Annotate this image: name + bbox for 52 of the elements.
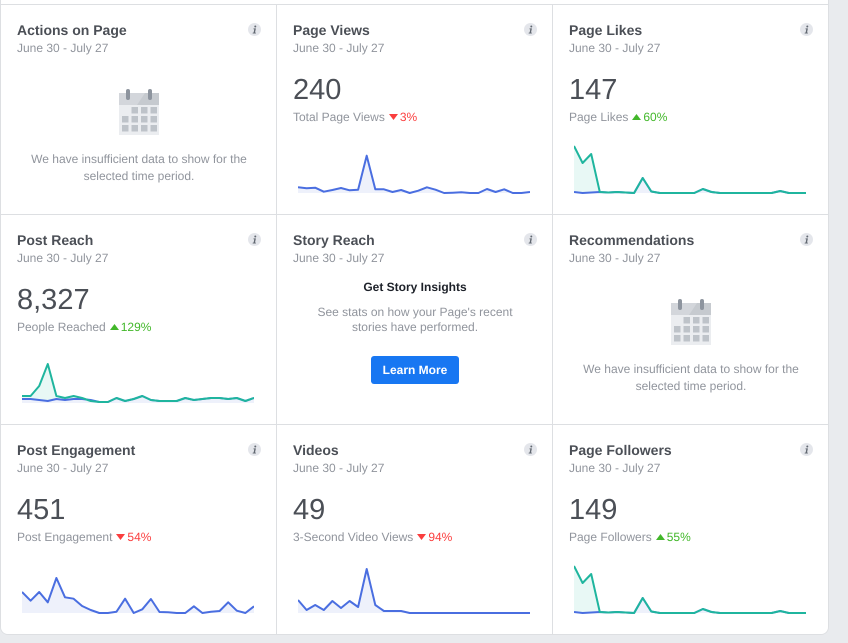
info-icon[interactable]	[524, 443, 537, 456]
card-title: Recommendations	[569, 231, 694, 249]
metric-label: People Reached	[17, 319, 106, 335]
info-icon[interactable]	[800, 233, 813, 246]
card-title: Post Reach	[17, 231, 94, 249]
info-icon[interactable]	[524, 23, 537, 36]
info-icon[interactable]	[248, 233, 261, 246]
date-range: June 30 - July 27	[569, 40, 660, 56]
learn-more-button[interactable]: Learn More	[370, 356, 460, 384]
empty-state-message: We have insufficient data to show for the selected time period.	[582, 361, 800, 395]
empty-state-message: We have insufficient data to show for the selected time period.	[30, 151, 248, 185]
info-icon[interactable]	[524, 233, 537, 246]
card-title: Page Likes	[569, 21, 642, 39]
change-percent: 60%	[643, 109, 668, 125]
change-percent: 55%	[666, 529, 691, 545]
calendar-icon	[119, 89, 159, 135]
metric-label: Total Page Views	[293, 109, 385, 125]
info-icon[interactable]	[800, 23, 813, 36]
date-range: June 30 - July 27	[17, 250, 108, 266]
promo-description: See stats on how your Page's recent stories have performed.	[316, 305, 514, 335]
info-icon[interactable]	[248, 23, 261, 36]
metric-value: 49	[293, 494, 326, 526]
date-range: June 30 - July 27	[293, 40, 384, 56]
metric-value: 8,327	[17, 284, 90, 316]
metric-label: Page Likes	[569, 109, 628, 125]
metric-label: Page Followers	[569, 529, 652, 545]
date-range: June 30 - July 27	[17, 460, 108, 476]
calendar-icon	[671, 299, 711, 345]
date-range: June 30 - July 27	[569, 250, 660, 266]
metric-value: 451	[17, 494, 66, 526]
card-title: Story Reach	[293, 231, 375, 249]
metric-value: 240	[293, 74, 342, 106]
metric-label: 3-Second Video Views	[293, 529, 414, 545]
card-title: Page Views	[293, 21, 370, 39]
change-percent: 129%	[120, 319, 152, 335]
date-range: June 30 - July 27	[569, 460, 660, 476]
change-percent: 54%	[127, 529, 152, 545]
date-range: June 30 - July 27	[293, 460, 384, 476]
date-range: June 30 - July 27	[293, 250, 384, 266]
metric-label: Post Engagement	[17, 529, 112, 545]
change-percent: 94%	[428, 529, 452, 545]
card-title: Videos	[293, 441, 339, 459]
card-title: Page Followers	[569, 441, 672, 459]
info-icon[interactable]	[248, 443, 261, 456]
promo-heading: Get Story Insights	[363, 279, 467, 295]
info-icon[interactable]	[800, 443, 813, 456]
metric-value: 149	[569, 494, 618, 526]
card-title: Actions on Page	[17, 21, 127, 39]
card-title: Post Engagement	[17, 441, 136, 459]
change-percent: 3%	[400, 109, 418, 125]
metric-value: 147	[569, 74, 618, 106]
date-range: June 30 - July 27	[17, 40, 108, 56]
